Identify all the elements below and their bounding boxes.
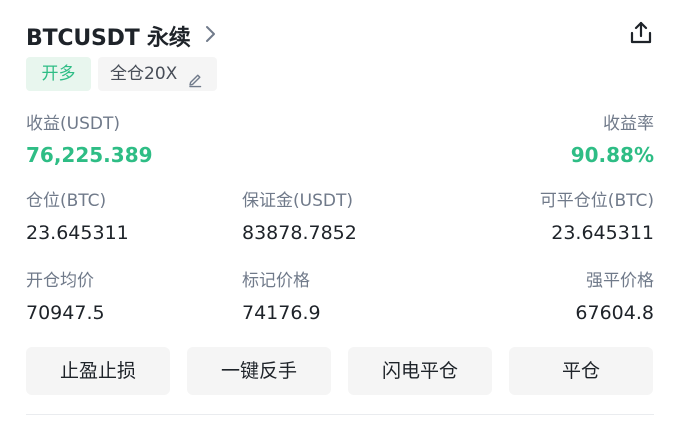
margin-leverage-button[interactable]: 全仓20X: [98, 57, 217, 91]
pnl-label: 收益(USDT): [26, 114, 120, 134]
divider: [26, 414, 654, 415]
margin-leverage-label: 全仓20X: [110, 64, 178, 84]
contract-title[interactable]: BTCUSDT 永续: [26, 20, 191, 52]
entry-price-value: 70947.5: [26, 302, 105, 324]
position-header: BTCUSDT 永续: [26, 18, 654, 52]
liq-price-value: 67604.8: [575, 302, 654, 324]
pencil-icon: [187, 66, 203, 88]
side-badge: 开多: [26, 57, 91, 91]
tp-sl-button[interactable]: 止盈止损: [26, 347, 170, 395]
position-size-label: 仓位(BTC): [26, 191, 107, 211]
close-position-button[interactable]: 平仓: [509, 347, 653, 395]
roe-value: 90.88%: [570, 143, 654, 167]
reverse-position-button[interactable]: 一键反手: [187, 347, 331, 395]
closable-size-label: 可平仓位(BTC): [539, 191, 654, 211]
closable-size-value: 23.645311: [551, 222, 654, 244]
chevron-right-icon[interactable]: [200, 24, 220, 44]
margin-label: 保证金(USDT): [242, 191, 353, 211]
roe-label: 收益率: [603, 114, 654, 134]
flash-close-button[interactable]: 闪电平仓: [348, 347, 492, 395]
share-icon[interactable]: [628, 20, 654, 46]
margin-value: 83878.7852: [242, 222, 357, 244]
mark-price-value: 74176.9: [242, 302, 321, 324]
mark-price-label: 标记价格: [242, 271, 310, 291]
liq-price-label: 强平价格: [586, 271, 654, 291]
position-size-value: 23.645311: [26, 222, 129, 244]
pnl-value: 76,225.389: [26, 143, 153, 167]
entry-price-label: 开仓均价: [26, 271, 94, 291]
